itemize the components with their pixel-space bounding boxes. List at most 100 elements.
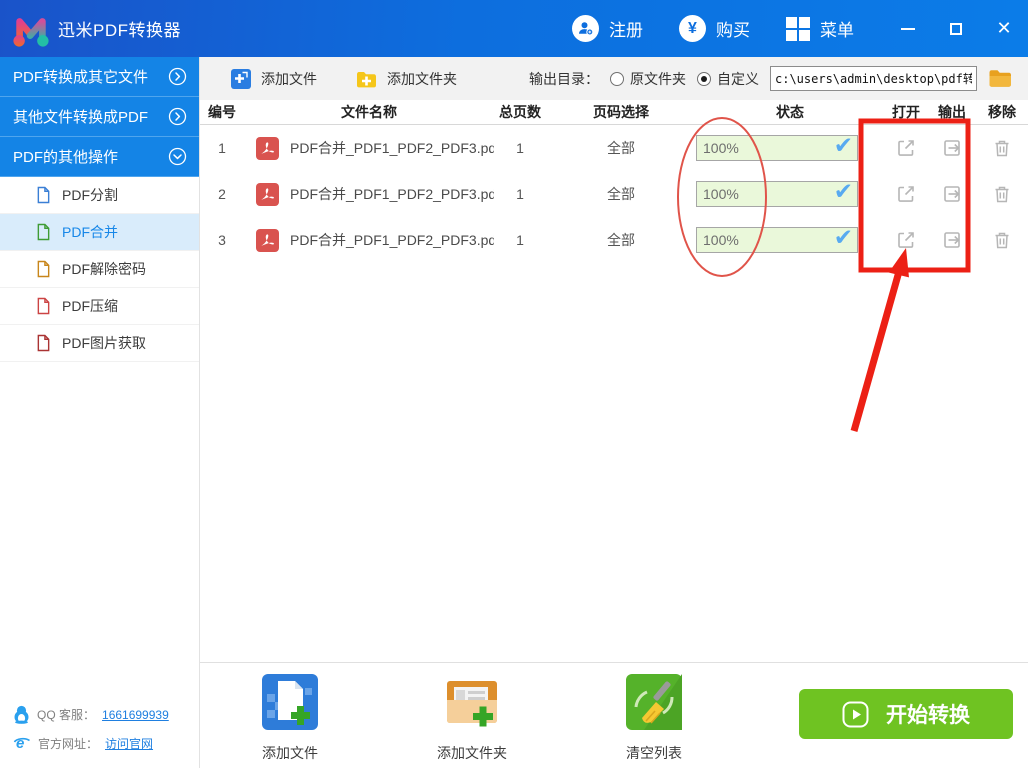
- buy-button[interactable]: ¥ 购买: [679, 15, 750, 42]
- open-external-icon: [898, 232, 914, 248]
- sidebar-item-pdf-split[interactable]: PDF分割: [0, 177, 199, 214]
- page-count: 1: [516, 232, 524, 248]
- table-row: 3 PDF合并_PDF1_PDF2_PDF3.pdf 1 全部 100% ✔: [200, 217, 1028, 263]
- acrobat-pdf-icon: [244, 136, 290, 161]
- col-header-output: 输出: [938, 104, 966, 120]
- check-icon: ✔: [833, 178, 853, 204]
- menu-label: 菜单: [820, 21, 854, 40]
- clear-list-big-icon: [626, 674, 682, 730]
- sidebar-item-pdf-remove-password[interactable]: PDF解除密码: [0, 251, 199, 288]
- col-header-page-range: 页码选择: [593, 104, 649, 120]
- page-range[interactable]: 全部: [546, 184, 696, 204]
- col-header-remove: 移除: [988, 104, 1016, 120]
- trash-icon: [995, 140, 1009, 157]
- maximize-button[interactable]: [948, 21, 964, 37]
- file-list: 1 PDF合并_PDF1_PDF2_PDF3.pdf 1 全部 100% ✔ 2…: [200, 125, 1028, 263]
- open-output-folder-button[interactable]: [928, 137, 976, 159]
- add-file-big-icon: [262, 674, 318, 730]
- progress-label: 100%: [703, 232, 739, 248]
- folder-icon: [989, 70, 1011, 87]
- table-row: 1 PDF合并_PDF1_PDF2_PDF3.pdf 1 全部 100% ✔: [200, 125, 1028, 171]
- sidebar-category-pdf-other-ops[interactable]: PDF的其他操作: [0, 137, 199, 177]
- ie-browser-icon: e: [13, 735, 30, 752]
- open-file-button[interactable]: [884, 137, 928, 159]
- yen-icon: ¥: [679, 15, 706, 42]
- buy-label: 购买: [716, 21, 750, 40]
- page-count: 1: [516, 140, 524, 156]
- user-plus-icon: [572, 15, 599, 42]
- pdf-doc-icon: [37, 334, 50, 352]
- sidebar-footer: QQ 客服： 1661699939 e 官方网址： 访问官网: [0, 695, 199, 768]
- col-header-no: 编号: [208, 104, 236, 120]
- app-window: 迅米PDF转换器 注册 ¥ 购买 菜单 ✕ PDF转换成其它文件 其他文件转换成…: [0, 0, 1028, 768]
- progress-label: 100%: [703, 140, 739, 156]
- progress-label: 100%: [703, 186, 739, 202]
- acrobat-pdf-icon: [244, 182, 290, 207]
- radio-circle-icon: [610, 71, 624, 86]
- progress-bar: 100% ✔: [696, 224, 858, 253]
- radio-circle-icon: [697, 71, 711, 86]
- output-arrow-icon: [944, 232, 960, 248]
- filename: PDF合并_PDF1_PDF2_PDF3.pdf: [290, 186, 494, 202]
- add-folder-icon: [357, 71, 376, 87]
- pdf-doc-icon: [37, 186, 50, 204]
- page-count: 1: [516, 186, 524, 202]
- page-range[interactable]: 全部: [546, 138, 696, 158]
- titlebar: 迅米PDF转换器 注册 ¥ 购买 菜单 ✕: [0, 0, 1028, 57]
- menu-grid-icon: [786, 16, 810, 41]
- minimize-button[interactable]: [900, 21, 916, 37]
- chevron-down-circle-icon: [168, 147, 187, 166]
- open-file-button[interactable]: [884, 229, 928, 251]
- check-icon: ✔: [833, 132, 853, 158]
- output-arrow-icon: [944, 186, 960, 202]
- filename: PDF合并_PDF1_PDF2_PDF3.pdf: [290, 232, 494, 248]
- bottom-clear-list-button[interactable]: 清空列表: [602, 674, 706, 763]
- trash-icon: [995, 186, 1009, 203]
- svg-text:e: e: [16, 735, 24, 752]
- output-dir-label: 输出目录：: [529, 70, 599, 87]
- sidebar-item-pdf-merge[interactable]: PDF合并: [0, 214, 199, 251]
- output-arrow-icon: [944, 140, 960, 156]
- sidebar: PDF转换成其它文件 其他文件转换成PDF PDF的其他操作 PDF分割 PDF…: [0, 57, 200, 768]
- open-file-button[interactable]: [884, 183, 928, 205]
- radio-custom-folder[interactable]: 自定义: [697, 69, 759, 89]
- bottom-add-file-button[interactable]: 添加文件: [238, 674, 342, 763]
- app-title: 迅米PDF转换器: [58, 21, 181, 40]
- page-range[interactable]: 全部: [546, 230, 696, 250]
- filename: PDF合并_PDF1_PDF2_PDF3.pdf: [290, 140, 494, 156]
- radio-original-folder[interactable]: 原文件夹: [610, 69, 686, 89]
- sidebar-category-pdf-to-other[interactable]: PDF转换成其它文件: [0, 57, 199, 97]
- pdf-doc-icon: [37, 260, 50, 278]
- open-external-icon: [898, 186, 914, 202]
- open-external-icon: [898, 140, 914, 156]
- col-header-filename: 文件名称: [341, 104, 397, 120]
- register-label: 注册: [609, 21, 643, 40]
- play-icon: [842, 701, 869, 727]
- qq-icon: [14, 705, 29, 724]
- remove-file-button[interactable]: [976, 137, 1028, 159]
- add-folder-button[interactable]: 添加文件夹: [355, 68, 457, 90]
- remove-file-button[interactable]: [976, 229, 1028, 251]
- close-button[interactable]: ✕: [996, 18, 1012, 38]
- trash-icon: [995, 232, 1009, 249]
- remove-file-button[interactable]: [976, 183, 1028, 205]
- sidebar-item-pdf-compress[interactable]: PDF压缩: [0, 288, 199, 325]
- progress-bar: 100% ✔: [696, 178, 858, 207]
- sidebar-item-pdf-extract-images[interactable]: PDF图片获取: [0, 325, 199, 362]
- open-output-folder-button[interactable]: [928, 229, 976, 251]
- qq-number-link[interactable]: 1661699939: [102, 708, 169, 722]
- browse-folder-button[interactable]: [988, 67, 1014, 91]
- progress-bar: 100% ✔: [696, 132, 858, 161]
- official-site-link[interactable]: 访问官网: [105, 735, 153, 752]
- sidebar-category-other-to-pdf[interactable]: 其他文件转换成PDF: [0, 97, 199, 137]
- register-button[interactable]: 注册: [572, 15, 643, 42]
- menu-button[interactable]: 菜单: [786, 16, 854, 41]
- col-header-open: 打开: [892, 104, 920, 120]
- start-convert-button[interactable]: 开始转换: [799, 689, 1013, 739]
- table-row: 2 PDF合并_PDF1_PDF2_PDF3.pdf 1 全部 100% ✔: [200, 171, 1028, 217]
- bottom-add-folder-button[interactable]: 添加文件夹: [420, 674, 524, 763]
- output-path-input[interactable]: [770, 66, 977, 91]
- row-number: 2: [218, 186, 226, 202]
- open-output-folder-button[interactable]: [928, 183, 976, 205]
- add-file-button[interactable]: 添加文件: [230, 68, 317, 90]
